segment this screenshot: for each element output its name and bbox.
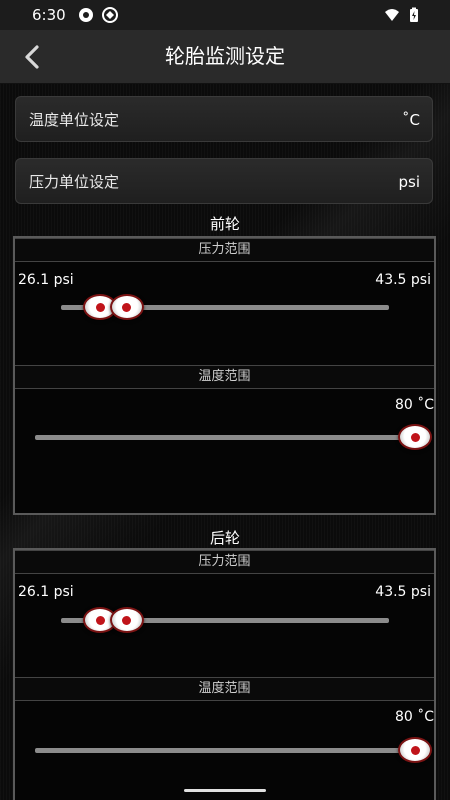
rear-temp-header: 温度范围 [15,677,434,701]
rear-pressure-header: 压力范围 [15,550,434,574]
wifi-icon [385,9,399,21]
pressure-unit-label: 压力单位设定 [29,173,120,191]
front-temp-max-label: 80 ˚C [394,397,434,413]
rear-pressure-max-label: 43.5 psi [375,584,431,600]
app-bar: 轮胎监测设定 [0,30,450,84]
pressure-unit-value: psi [398,173,420,191]
rear-temp-max-label: 80 ˚C [394,709,434,725]
rear-pressure-min-label: 26.1 psi [18,584,74,600]
front-temp-thumb[interactable] [398,424,432,450]
front-pressure-slider-track[interactable] [61,294,389,320]
page-title: 轮胎监测设定 [165,44,285,68]
front-temp-slider-track[interactable] [35,424,432,450]
rear-pressure-high-thumb[interactable] [109,607,144,633]
sync-icon [102,7,118,23]
pressure-unit-setting[interactable]: 压力单位设定 psi [15,158,433,204]
rear-temp-thumb[interactable] [398,737,432,763]
front-panel: 压力范围 26.1 psi 43.5 psi 温度范围 80 ˚C [13,236,436,515]
rear-section-title: 后轮 [209,529,240,547]
temp-unit-setting[interactable]: 温度单位设定 ˚C [15,96,433,142]
front-pressure-max-label: 43.5 psi [375,272,431,288]
status-bar: 6:30 [0,0,450,30]
battery-icon [410,7,418,22]
rear-panel: 压力范围 26.1 psi 43.5 psi 温度范围 80 ˚C [13,548,436,800]
rear-pressure-slider-track[interactable] [61,607,389,633]
temp-unit-value: ˚C [402,111,420,129]
front-pressure-header: 压力范围 [15,238,434,262]
front-section-title: 前轮 [209,215,240,233]
front-pressure-high-thumb[interactable] [109,294,144,320]
home-indicator[interactable] [184,789,266,792]
temp-unit-label: 温度单位设定 [29,111,120,129]
front-pressure-min-label: 26.1 psi [18,272,74,288]
status-time: 6:30 [32,6,66,24]
front-temp-header: 温度范围 [15,365,434,389]
rear-temp-slider-track[interactable] [35,737,432,763]
notification-icon [79,8,93,22]
